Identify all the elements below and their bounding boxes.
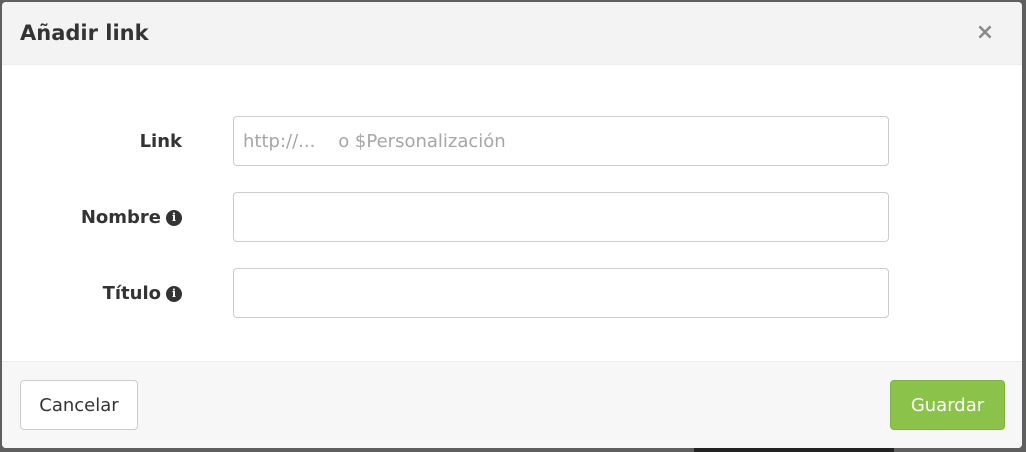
name-input[interactable] <box>233 192 889 242</box>
link-label: Link <box>140 130 182 154</box>
link-row: Link <box>2 116 1022 168</box>
dialog-title: Añadir link <box>20 21 149 45</box>
title-label: Título i <box>103 282 182 306</box>
save-button[interactable]: Guardar <box>890 380 1005 430</box>
cancel-button[interactable]: Cancelar <box>20 380 138 430</box>
name-label: Nombre i <box>81 206 182 230</box>
title-row: Título i <box>2 268 1022 320</box>
close-button[interactable]: × <box>974 20 996 46</box>
info-circle-icon[interactable]: i <box>166 210 182 226</box>
name-label-text: Nombre <box>80 207 161 228</box>
title-input[interactable] <box>233 268 889 318</box>
title-label-text: Título <box>102 283 161 304</box>
dialog-footer: Cancelar Guardar <box>2 361 1022 448</box>
name-row: Nombre i <box>2 192 1022 244</box>
add-link-dialog: Añadir link × Link Nombre i Título i Can… <box>2 2 1022 448</box>
info-circle-icon[interactable]: i <box>166 286 182 302</box>
link-input[interactable] <box>233 116 889 166</box>
close-icon: × <box>975 20 995 45</box>
dialog-header: Añadir link × <box>2 2 1022 65</box>
link-label-text: Link <box>139 131 182 152</box>
